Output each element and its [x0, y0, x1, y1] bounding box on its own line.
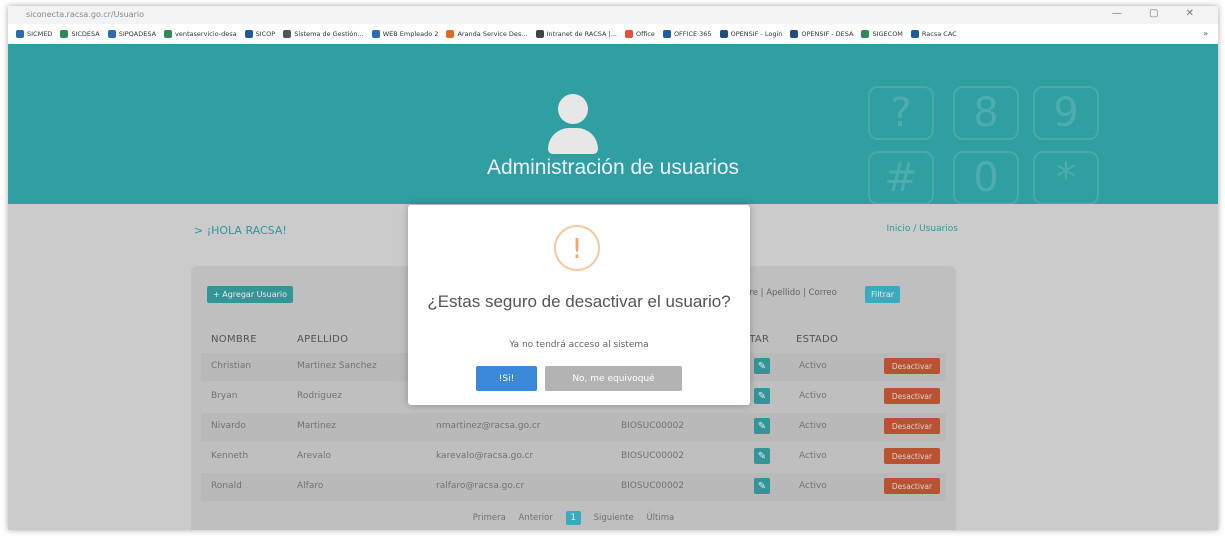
keypad-key-decoration: 8 — [953, 86, 1019, 140]
bookmark-item[interactable]: SICMED — [16, 30, 52, 38]
cancel-button[interactable]: No, me equivoqué — [545, 366, 682, 391]
bookmark-label: SIGECOM — [872, 30, 903, 38]
address-bar[interactable]: siconecta.racsa.go.cr/Usuario — ▢ ✕ — [8, 6, 1218, 24]
keypad-key-decoration: ? — [868, 86, 934, 140]
bookmark-label: Intranet de RACSA |... — [546, 30, 617, 38]
bookmark-icon — [910, 30, 919, 38]
bookmark-label: OPENSIF - DESA — [801, 30, 854, 38]
dialog-text: Ya no tendrá acceso al sistema — [509, 340, 649, 350]
bookmark-icon — [164, 30, 173, 38]
browser-window: siconecta.racsa.go.cr/Usuario — ▢ ✕ SICM… — [8, 6, 1218, 530]
bookmark-item[interactable]: Office — [624, 30, 655, 38]
bookmark-label: Racsa CAC — [921, 30, 957, 38]
bookmark-item[interactable]: SICOP — [244, 30, 276, 38]
keypad-key-decoration: 9 — [1033, 86, 1099, 140]
bookmark-item[interactable]: OPENSIF - Login — [719, 30, 783, 38]
bookmark-icon — [371, 30, 380, 38]
bookmark-label: SICMED — [27, 30, 53, 38]
bookmark-label: SICDESA — [71, 30, 100, 38]
user-avatar-icon — [543, 94, 603, 154]
bookmark-label: SIPQADESA — [118, 30, 157, 38]
bookmarks-bar: SICMED SICDESA SIPQADESA ventaservicio-desa… — [8, 24, 1218, 45]
bookmark-item[interactable]: Intranet de RACSA |... — [535, 30, 617, 38]
confirm-dialog: ! ¿Estas seguro de desactivar el usuario… — [408, 205, 750, 405]
page-title: Administración de usuarios — [486, 156, 740, 179]
bookmark-item[interactable]: OFFICE 365 — [662, 30, 712, 38]
url-text[interactable]: siconecta.racsa.go.cr/Usuario — [26, 10, 144, 19]
bookmark-item[interactable]: SIGECOM — [861, 30, 903, 38]
bookmark-icon — [535, 30, 544, 38]
bookmark-icon — [16, 30, 24, 38]
bookmark-icon — [283, 30, 292, 38]
bookmark-item[interactable]: ventaservicio-desa — [164, 30, 237, 38]
confirm-button[interactable]: !Si! — [476, 366, 537, 391]
bookmark-icon — [719, 30, 728, 38]
bookmark-label: OFFICE 365 — [673, 30, 712, 38]
warning-icon: ! — [554, 225, 600, 271]
bookmark-item[interactable]: OPENSIF - DESA — [790, 30, 853, 38]
bookmark-icon — [60, 30, 69, 38]
bookmarks-more-icon[interactable]: » — [1203, 29, 1208, 38]
bookmark-label: Sistema de Gestión... — [294, 30, 364, 38]
bookmark-label: SICOP — [255, 30, 276, 38]
bookmark-icon — [107, 30, 116, 38]
bookmark-item[interactable]: Sistema de Gestión... — [283, 30, 364, 38]
bookmark-item[interactable]: Racsa CAC — [910, 30, 957, 38]
bookmark-icon — [624, 30, 633, 38]
bookmark-icon — [446, 30, 455, 38]
bookmark-icon — [790, 30, 799, 38]
bookmark-item[interactable]: Aranda Service Des... — [446, 30, 528, 38]
hero-banner: ? 8 9 #0 * Administración de usuarios — [8, 44, 1218, 204]
bookmark-label: Office — [635, 30, 655, 38]
bookmark-label: Aranda Service Des... — [457, 30, 528, 38]
bookmark-item[interactable]: SICDESA — [60, 30, 100, 38]
window-controls[interactable]: — ▢ ✕ — [1112, 8, 1206, 19]
bookmark-label: ventaservicio-desa — [175, 30, 237, 38]
bookmark-icon — [861, 30, 870, 38]
bookmark-label: WEB Empleado 2 — [382, 30, 439, 38]
bookmark-icon — [244, 30, 253, 38]
bookmark-item[interactable]: SIPQADESA — [107, 30, 157, 38]
bookmark-item[interactable]: WEB Empleado 2 — [371, 30, 439, 38]
dialog-title: ¿Estas seguro de desactivar el usuario? — [427, 292, 731, 311]
bookmark-label: OPENSIF - Login — [730, 30, 783, 38]
bookmark-icon — [662, 30, 671, 38]
